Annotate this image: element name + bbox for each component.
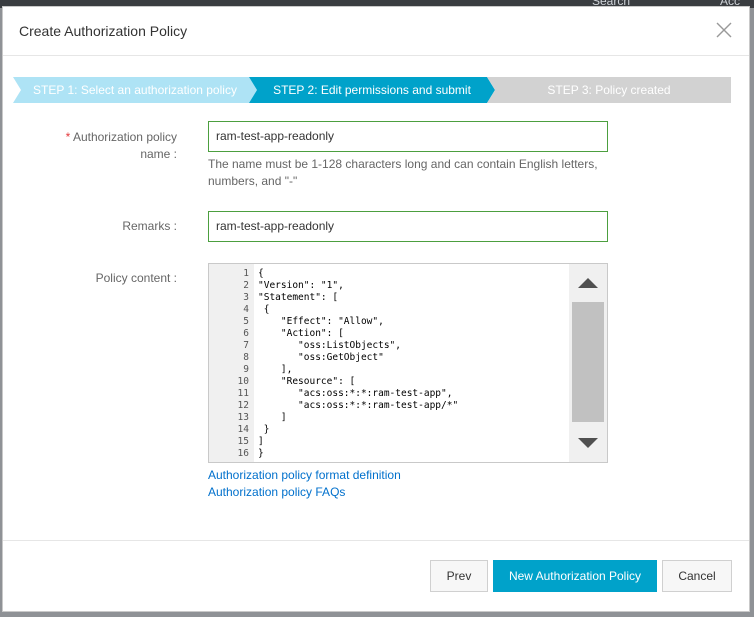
policy-name-input[interactable]: ram-test-app-readonly — [208, 121, 608, 152]
scrollbar-thumb[interactable] — [572, 302, 604, 422]
scroll-up-icon[interactable] — [569, 264, 607, 302]
code-line: 9 ], — [209, 364, 569, 376]
line-number: 12 — [237, 400, 249, 411]
code-text: "oss:GetObject" — [258, 352, 384, 363]
code-text: "oss:ListObjects", — [258, 340, 401, 351]
code-line: 12 "acs:oss:*:*:ram-test-app/*" — [209, 400, 569, 412]
code-text: "Effect": "Allow", — [258, 316, 384, 327]
code-line: 16} — [209, 448, 569, 460]
code-line: 14 } — [209, 424, 569, 436]
line-number: 10 — [237, 376, 249, 387]
code-line: 5 "Effect": "Allow", — [209, 316, 569, 328]
line-number: 2 — [243, 280, 249, 291]
code-line: 13 ] — [209, 412, 569, 424]
policy-name-hint: The name must be 1-128 characters long a… — [208, 157, 598, 188]
policy-name-label: * Authorization policy name : — [65, 130, 177, 161]
code-text: "Statement": [ — [258, 292, 339, 303]
code-line: 10 "Resource": [ — [209, 376, 569, 388]
line-number: 14 — [237, 424, 249, 435]
line-number: 5 — [243, 316, 249, 327]
line-number: 7 — [243, 340, 249, 351]
code-text: "acs:oss:*:*:ram-test-app", — [258, 388, 453, 399]
code-text: "acs:oss:*:*:ram-test-app/*" — [258, 400, 459, 411]
code-line: 11 "acs:oss:*:*:ram-test-app", — [209, 388, 569, 400]
prev-button[interactable]: Prev — [430, 560, 488, 592]
dialog-title: Create Authorization Policy — [19, 23, 188, 39]
editor-scrollbar[interactable] — [569, 264, 607, 462]
code-text: ], — [258, 364, 293, 375]
remarks-input[interactable]: ram-test-app-readonly — [208, 211, 608, 242]
code-line: 7 "oss:ListObjects", — [209, 340, 569, 352]
step-2: STEP 2: Edit permissions and submit — [249, 77, 495, 103]
code-text: } — [258, 424, 270, 435]
required-marker: * — [65, 130, 71, 144]
code-text: ] — [258, 436, 264, 447]
policy-format-definition-link[interactable]: Authorization policy format definition — [208, 468, 401, 482]
line-number: 11 — [237, 388, 249, 399]
step-1: STEP 1: Select an authorization policy — [13, 77, 257, 103]
line-number: 6 — [243, 328, 249, 339]
line-number: 1 — [243, 268, 249, 279]
dialog-header: Create Authorization Policy — [3, 7, 749, 56]
code-line: 8 "oss:GetObject" — [209, 352, 569, 364]
line-number: 8 — [243, 352, 249, 363]
code-line: 2 "Version": "1", — [209, 280, 569, 292]
code-text: ] — [258, 412, 287, 423]
cancel-button[interactable]: Cancel — [662, 560, 732, 592]
line-number: 15 — [237, 436, 249, 447]
line-number: 9 — [243, 364, 249, 375]
new-authorization-policy-button[interactable]: New Authorization Policy — [493, 560, 657, 592]
create-policy-dialog: Create Authorization Policy STEP 1: Sele… — [2, 6, 750, 612]
scroll-down-icon[interactable] — [569, 424, 607, 462]
remarks-label: Remarks : — [122, 219, 177, 233]
code-line: 1{ — [209, 268, 569, 280]
code-text: } — [258, 448, 264, 459]
step-3: STEP 3: Policy created — [487, 77, 731, 103]
close-icon[interactable] — [713, 19, 735, 41]
line-number: 4 — [243, 304, 249, 315]
code-line: 6 "Action": [ — [209, 328, 569, 340]
policy-faqs-link[interactable]: Authorization policy FAQs — [208, 485, 345, 499]
code-text: { — [258, 268, 264, 279]
wizard-steps: STEP 1: Select an authorization policy S… — [13, 77, 731, 103]
policy-content-editor[interactable]: 1{2 "Version": "1", 3 "Statement": [4 {5 "E… — [208, 263, 608, 463]
code-line: 15] — [209, 436, 569, 448]
line-number: 3 — [243, 292, 249, 303]
line-number: 13 — [237, 412, 249, 423]
code-text: "Resource": [ — [258, 376, 356, 387]
code-line: 3 "Statement": [ — [209, 292, 569, 304]
code-text: { — [258, 304, 270, 315]
policy-content-label: Policy content : — [95, 271, 177, 285]
code-text: "Action": [ — [258, 328, 344, 339]
line-number: 16 — [237, 448, 249, 459]
code-text: "Version": "1", — [258, 280, 344, 291]
footer-divider — [3, 540, 749, 541]
code-line: 4 { — [209, 304, 569, 316]
